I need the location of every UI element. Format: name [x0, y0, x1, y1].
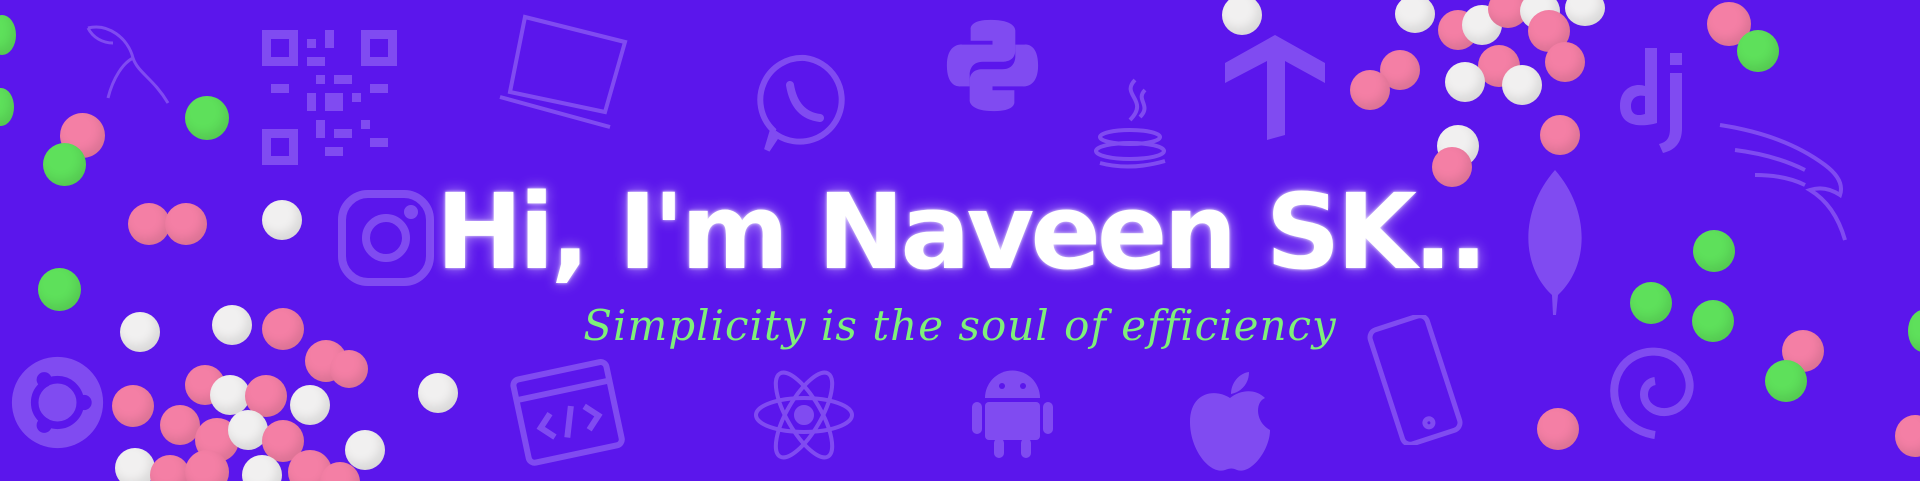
tagline: Simplicity is the soul of efficiency [583, 301, 1337, 350]
tensorflow-icon [1225, 35, 1325, 140]
confetti-dot [290, 385, 330, 425]
confetti-dot [0, 88, 14, 126]
confetti-dot [330, 350, 368, 388]
java-icon [1090, 75, 1175, 170]
android-icon [970, 360, 1055, 460]
python-icon [945, 18, 1040, 113]
whatsapp-icon [755, 50, 855, 155]
confetti-dot [1565, 0, 1605, 26]
confetti-dot [1545, 42, 1585, 82]
confetti-dot [1737, 30, 1779, 72]
debian-icon [1595, 335, 1705, 455]
confetti-dot [112, 385, 154, 427]
confetti-dot [210, 375, 250, 415]
confetti-dot [185, 96, 229, 140]
react-icon [752, 368, 857, 463]
profile-banner: Hi, I'm Naveen SK.. Simplicity is the so… [0, 0, 1920, 481]
django-icon [1615, 48, 1705, 153]
confetti-dot [150, 455, 190, 481]
confetti-dot [1537, 408, 1579, 450]
confetti-dot [1445, 62, 1485, 102]
confetti-dot [115, 448, 155, 481]
confetti-dot [1222, 0, 1262, 35]
confetti-dot [1502, 65, 1542, 105]
confetti-dot [1765, 360, 1807, 402]
mysql-dolphin-icon [78, 18, 178, 113]
headline: Hi, I'm Naveen SK.. [435, 171, 1488, 293]
apple-icon [1185, 370, 1275, 475]
confetti-dot [1395, 0, 1435, 33]
code-window-icon [510, 355, 625, 470]
confetti-dot [0, 15, 16, 55]
confetti-dot [1350, 70, 1390, 110]
qr-code-icon [262, 30, 397, 165]
confetti-dot [1895, 415, 1920, 457]
confetti-dot [345, 430, 385, 470]
confetti-dot [160, 405, 200, 445]
ubuntu-icon [10, 355, 105, 450]
confetti-dot [418, 373, 458, 413]
laptop-icon [495, 12, 635, 137]
confetti-dot [1540, 115, 1580, 155]
